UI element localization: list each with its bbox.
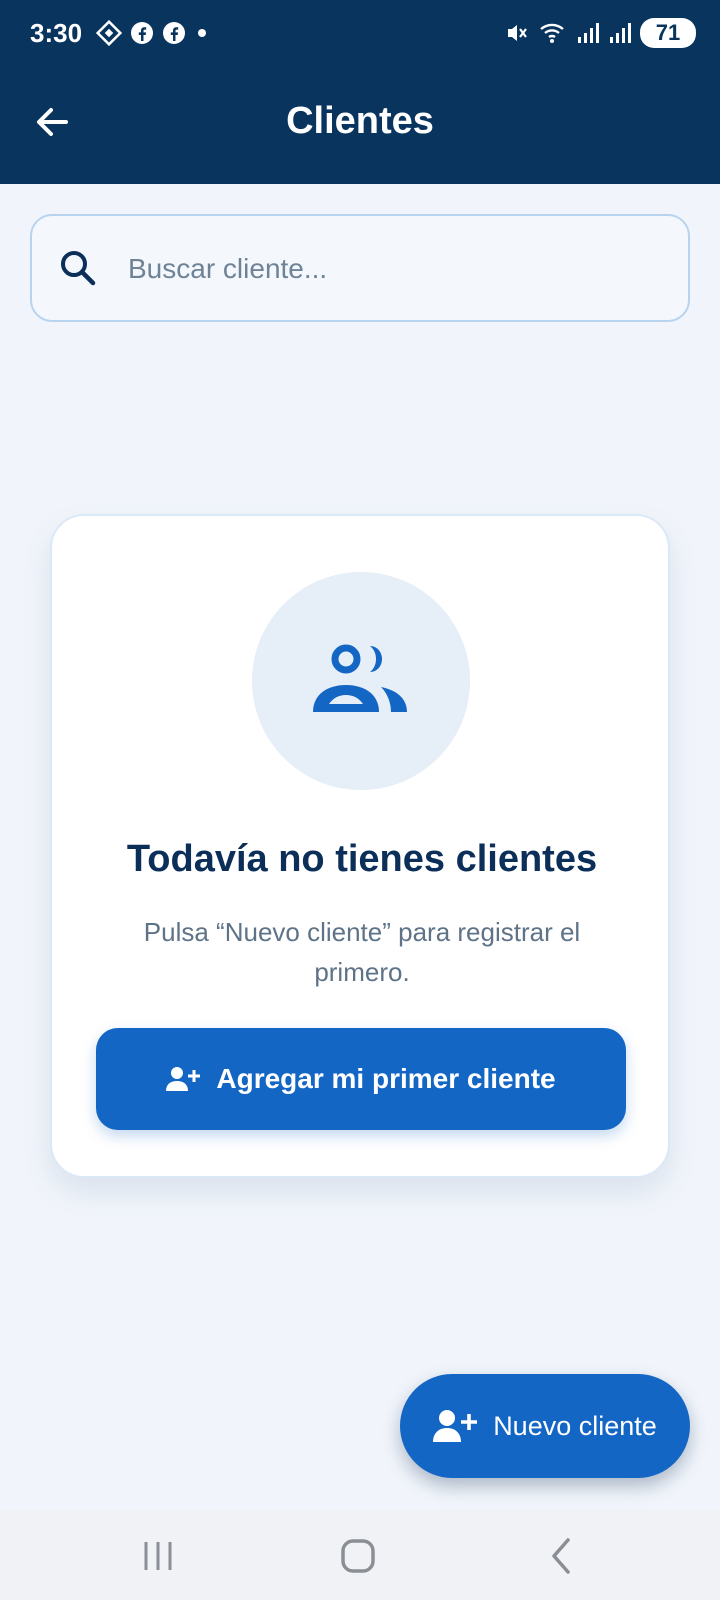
home-icon[interactable] — [338, 1536, 378, 1576]
search-field[interactable] — [30, 214, 690, 322]
people-icon — [313, 644, 407, 712]
page-title: Clientes — [286, 100, 434, 142]
add-first-client-label: Agregar mi primer cliente — [216, 1063, 556, 1094]
mute-icon — [508, 25, 527, 41]
add-first-client-button[interactable]: Agregar mi primer cliente — [96, 1028, 626, 1130]
battery-level: 71 — [640, 18, 696, 48]
recent-apps-icon[interactable] — [138, 1538, 178, 1574]
search-input[interactable] — [128, 246, 658, 292]
person-add-icon — [433, 1410, 478, 1442]
new-client-label: Nuevo cliente — [493, 1410, 657, 1441]
empty-state-card: Todavía no tienes clientes Pulsa “Nuevo … — [50, 514, 670, 1178]
signal-icon — [578, 23, 599, 43]
status-bar: 3:30 71 — [0, 0, 720, 68]
facebook-icon — [131, 22, 153, 44]
dot-icon — [198, 29, 206, 37]
system-nav-bar — [0, 1510, 720, 1600]
wifi-icon — [540, 23, 564, 43]
signal-icon — [610, 23, 631, 43]
person-add-icon — [166, 1067, 201, 1091]
empty-state-illustration — [252, 572, 470, 790]
new-client-fab[interactable]: Nuevo cliente — [400, 1374, 690, 1478]
status-time: 3:30 — [30, 18, 83, 48]
app-header: 3:30 71 Clientes — [0, 0, 720, 184]
facebook-icon — [163, 22, 185, 44]
back-icon[interactable] — [546, 1536, 576, 1576]
search-icon — [61, 251, 96, 286]
system-icons: 71 — [504, 18, 696, 48]
notification-icons — [96, 20, 210, 46]
empty-state-description: Pulsa “Nuevo cliente” para registrar el … — [143, 917, 581, 987]
empty-state-title: Todavía no tienes clientes — [126, 838, 598, 880]
app-diamond-icon — [96, 20, 122, 46]
